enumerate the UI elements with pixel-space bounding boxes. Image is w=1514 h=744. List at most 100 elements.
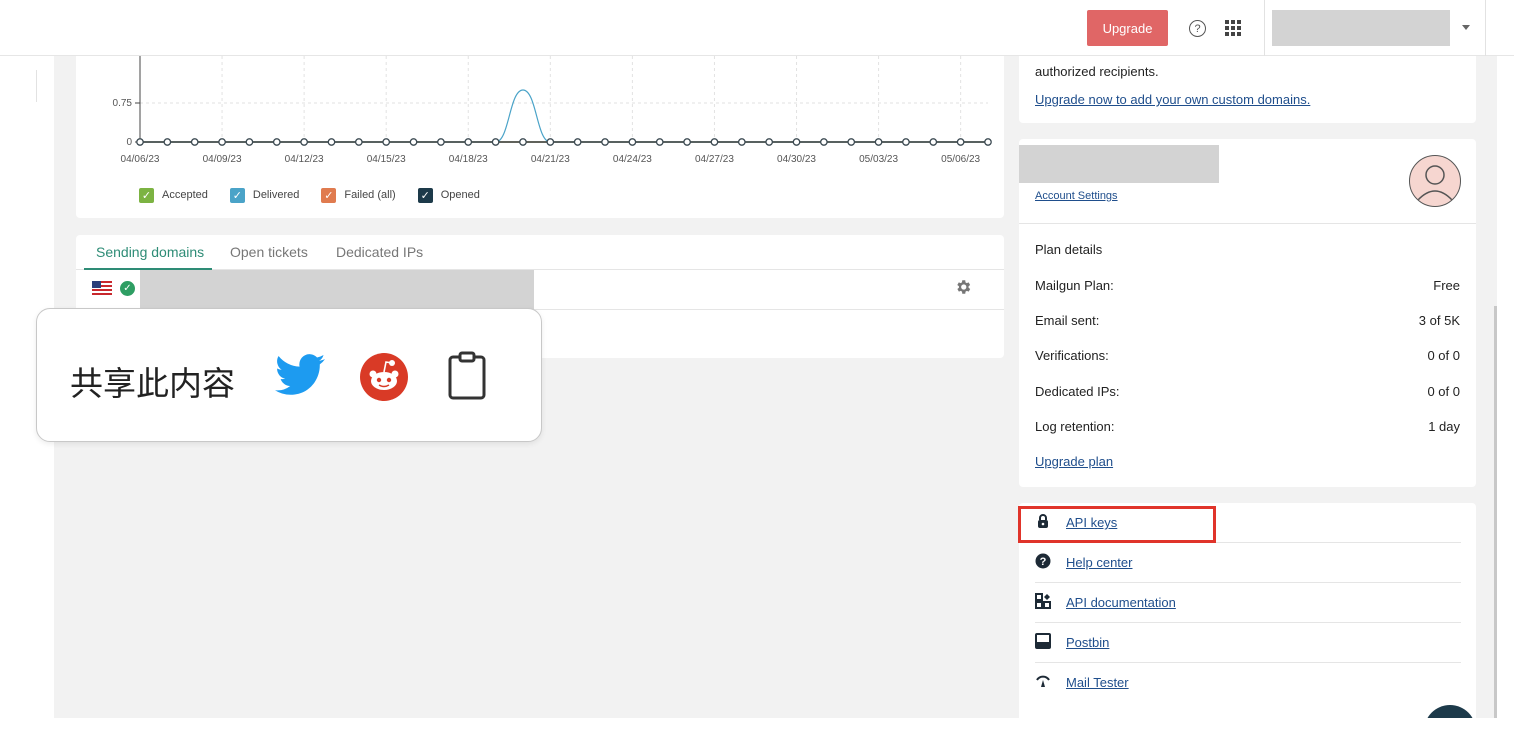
link-row-api-documentation[interactable]: API documentation bbox=[1035, 583, 1461, 623]
data-point bbox=[245, 138, 254, 146]
account-name-redacted bbox=[1019, 145, 1219, 183]
data-point bbox=[683, 138, 691, 146]
us-flag-icon bbox=[92, 281, 112, 295]
x-tick-label: 04/24/23 bbox=[613, 154, 652, 165]
data-point bbox=[519, 138, 527, 146]
question-icon: ? bbox=[1035, 553, 1051, 569]
bottom-edge bbox=[0, 718, 1514, 744]
plan-row-email-sent: Email sent: 3 of 5K bbox=[1035, 313, 1460, 328]
x-tick-label: 04/15/23 bbox=[367, 154, 406, 165]
scrollbar-thumb[interactable] bbox=[1494, 306, 1497, 718]
share-label: 共享此内容 bbox=[70, 364, 235, 403]
data-point bbox=[327, 138, 336, 146]
reddit-icon[interactable] bbox=[359, 352, 409, 402]
upgrade-button[interactable]: Upgrade bbox=[1087, 10, 1168, 46]
verified-check-icon: ✓ bbox=[120, 281, 135, 296]
legend-item-failed[interactable]: ✓ Failed (all) bbox=[321, 187, 396, 203]
domain-row[interactable]: ✓ bbox=[76, 270, 1004, 310]
data-point bbox=[190, 138, 199, 146]
data-point bbox=[354, 138, 363, 146]
legend-item-accepted[interactable]: ✓ Accepted bbox=[139, 187, 208, 203]
data-point bbox=[300, 138, 308, 146]
api-keys-highlight-box bbox=[1018, 506, 1216, 543]
legend-label: Failed (all) bbox=[344, 189, 396, 201]
inbox-icon bbox=[1035, 633, 1051, 649]
plan-row-dedicated-ips: Dedicated IPs: 0 of 0 bbox=[1035, 384, 1460, 399]
mail-tester-icon bbox=[1036, 675, 1050, 687]
data-point bbox=[601, 138, 609, 146]
domain-name-redacted[interactable] bbox=[140, 270, 534, 309]
upgrade-plan-link[interactable]: Upgrade plan bbox=[1035, 454, 1113, 469]
data-point bbox=[437, 138, 445, 146]
link-label[interactable]: Mail Tester bbox=[1066, 675, 1129, 690]
data-point bbox=[382, 138, 391, 146]
tab-sending-domains[interactable]: Sending domains bbox=[96, 244, 204, 260]
data-point bbox=[218, 138, 226, 146]
help-icon[interactable]: ? bbox=[1189, 20, 1206, 37]
x-tick-label: 05/03/23 bbox=[859, 154, 898, 165]
link-label[interactable]: Help center bbox=[1066, 555, 1132, 570]
data-point bbox=[820, 138, 828, 146]
account-settings-link[interactable]: Account Settings bbox=[1035, 190, 1118, 202]
x-tick-label: 04/21/23 bbox=[531, 154, 570, 165]
legend-item-opened[interactable]: ✓ Opened bbox=[417, 187, 480, 203]
avatar[interactable] bbox=[1409, 155, 1461, 207]
upgrade-custom-domains-link[interactable]: Upgrade now to add your own custom domai… bbox=[1035, 92, 1310, 107]
plan-row-value: 0 of 0 bbox=[1427, 384, 1460, 399]
link-row-postbin[interactable]: Postbin bbox=[1035, 623, 1461, 663]
data-point bbox=[929, 138, 938, 146]
data-point bbox=[163, 138, 172, 146]
clipboard-icon[interactable] bbox=[447, 351, 487, 401]
data-point bbox=[765, 138, 774, 146]
plan-row-label: Mailgun Plan: bbox=[1035, 278, 1114, 293]
plan-row-verifications: Verifications: 0 of 0 bbox=[1035, 348, 1460, 363]
plan-row-mailgun-plan: Mailgun Plan: Free bbox=[1035, 278, 1460, 293]
plan-row-label: Email sent: bbox=[1035, 313, 1100, 328]
x-tick-label: 04/30/23 bbox=[777, 154, 816, 165]
data-point bbox=[792, 138, 801, 146]
x-tick-label: 05/06/23 bbox=[941, 154, 980, 165]
account-menu-redacted[interactable] bbox=[1272, 10, 1450, 46]
y-tick-label: 0 bbox=[126, 137, 132, 148]
x-tick-label: 04/06/23 bbox=[121, 154, 160, 165]
twitter-icon[interactable] bbox=[275, 354, 325, 396]
link-row-help-center[interactable]: ? Help center bbox=[1035, 543, 1461, 583]
data-point bbox=[902, 138, 910, 146]
tab-open-tickets[interactable]: Open tickets bbox=[230, 244, 308, 260]
series-line-delivered bbox=[139, 89, 988, 143]
share-popup: 共享此内容 bbox=[36, 308, 542, 442]
plan-row-label: Dedicated IPs: bbox=[1035, 384, 1120, 399]
data-point bbox=[655, 138, 664, 146]
x-tick-label: 04/18/23 bbox=[449, 154, 488, 165]
legend-item-delivered[interactable]: ✓ Delivered bbox=[229, 187, 299, 203]
svg-text:?: ? bbox=[1040, 556, 1047, 568]
plan-row-value: Free bbox=[1433, 278, 1460, 293]
checkbox-icon[interactable]: ✓ bbox=[321, 187, 337, 203]
data-point bbox=[136, 138, 144, 146]
link-label[interactable]: Postbin bbox=[1066, 635, 1109, 650]
account-plan-card: Account Settings Plan details Mailgun Pl… bbox=[1019, 139, 1476, 487]
link-row-mail-tester[interactable]: Mail Tester bbox=[1035, 663, 1461, 703]
data-point bbox=[491, 138, 500, 146]
checkbox-icon[interactable]: ✓ bbox=[139, 187, 154, 203]
checkbox-icon[interactable]: ✓ bbox=[229, 187, 245, 203]
data-point bbox=[573, 138, 582, 146]
tab-bar: Sending domains Open tickets Dedicated I… bbox=[76, 235, 1004, 270]
top-bar: Upgrade ? bbox=[0, 0, 1514, 56]
gear-icon[interactable] bbox=[954, 278, 972, 296]
chevron-down-icon[interactable] bbox=[1462, 25, 1470, 30]
data-point bbox=[464, 138, 473, 146]
plan-row-label: Log retention: bbox=[1035, 419, 1115, 434]
checkbox-icon[interactable]: ✓ bbox=[417, 187, 433, 203]
data-point bbox=[710, 138, 719, 146]
x-tick-label: 04/27/23 bbox=[695, 154, 734, 165]
plan-row-value: 1 day bbox=[1428, 419, 1460, 434]
plan-row-log-retention: Log retention: 1 day bbox=[1035, 419, 1460, 434]
link-label[interactable]: API documentation bbox=[1066, 595, 1176, 610]
scrollbar-track[interactable] bbox=[1497, 56, 1514, 718]
divider bbox=[1019, 223, 1476, 224]
data-point bbox=[874, 138, 883, 146]
plan-row-value: 3 of 5K bbox=[1418, 313, 1460, 328]
apps-grid-icon[interactable] bbox=[1225, 20, 1241, 36]
tab-dedicated-ips[interactable]: Dedicated IPs bbox=[336, 244, 423, 260]
